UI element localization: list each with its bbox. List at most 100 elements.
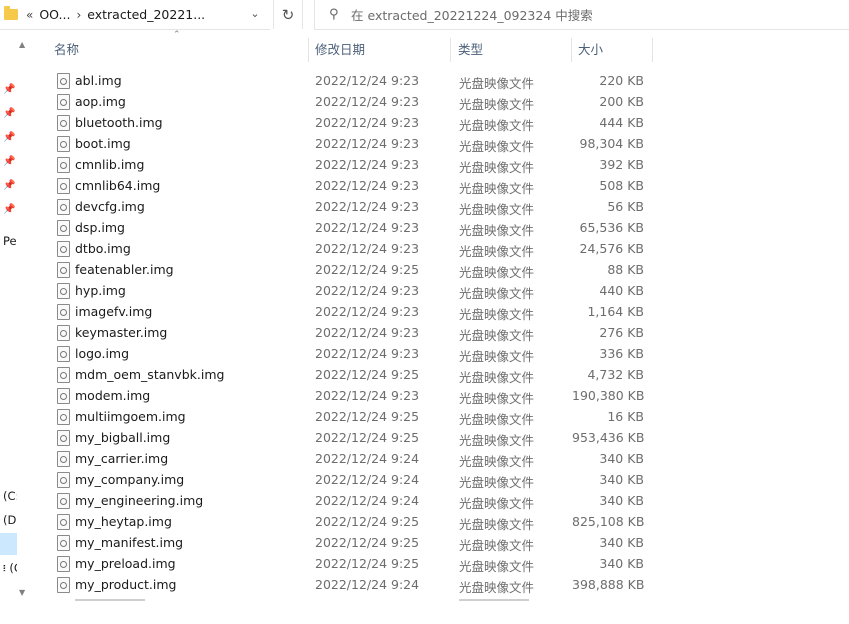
file-row[interactable]: logo.img 2022/12/24 9:23 光盘映像文件 336 KB bbox=[52, 343, 652, 364]
disc-image-file-icon bbox=[57, 367, 70, 383]
file-type: 光盘映像文件 bbox=[459, 118, 535, 133]
disc-image-file-icon bbox=[57, 325, 70, 341]
file-type: 光盘映像文件 bbox=[459, 496, 535, 511]
file-date: 2022/12/24 9:24 bbox=[315, 493, 420, 508]
file-row[interactable]: my_product.img 2022/12/24 9:24 光盘映像文件 398,8… bbox=[52, 574, 652, 595]
nav-item-drive-g[interactable]: ፧ (G bbox=[3, 561, 17, 576]
column-divider[interactable] bbox=[450, 38, 451, 62]
file-name: abl.img bbox=[75, 73, 122, 88]
nav-item-drive-c[interactable]: (C: bbox=[3, 489, 17, 503]
pin-icon[interactable]: 📌 bbox=[3, 84, 15, 95]
file-row[interactable]: imagefv.img 2022/12/24 9:23 光盘映像文件 1,164 KB bbox=[52, 301, 652, 322]
file-row[interactable]: my_carrier.img 2022/12/24 9:24 光盘映像文件 340 K… bbox=[52, 448, 652, 469]
file-date: 2022/12/24 9:25 bbox=[315, 430, 420, 445]
file-size: 508 KB bbox=[599, 178, 644, 193]
disc-image-file-icon bbox=[57, 556, 70, 572]
file-size: 340 KB bbox=[599, 556, 644, 571]
nav-scrollbar[interactable] bbox=[17, 30, 33, 624]
column-divider[interactable] bbox=[308, 38, 309, 62]
nav-item-pe[interactable]: Pe bbox=[3, 234, 17, 248]
disc-image-file-icon bbox=[57, 73, 70, 89]
file-row[interactable]: bluetooth.img 2022/12/24 9:23 光盘映像文件 444 KB bbox=[52, 112, 652, 133]
file-row[interactable]: my_heytap.img 2022/12/24 9:25 光盘映像文件 825,10… bbox=[52, 511, 652, 532]
file-type: 光盘映像文件 bbox=[459, 433, 535, 448]
file-row[interactable]: devcfg.img 2022/12/24 9:23 光盘映像文件 56 KB bbox=[52, 196, 652, 217]
pin-icon[interactable]: 📌 bbox=[3, 132, 15, 143]
file-name: logo.img bbox=[75, 346, 130, 361]
file-date: 2022/12/24 9:25 bbox=[315, 409, 420, 424]
breadcrumb-separator-icon[interactable]: › bbox=[76, 8, 81, 22]
address-bar[interactable]: « OO... › extracted_20221... bbox=[0, 0, 270, 30]
file-row[interactable]: my_preload.img 2022/12/24 9:25 光盘映像文件 340 K… bbox=[52, 553, 652, 574]
file-size: 340 KB bbox=[599, 451, 644, 466]
column-header: 名称 修改日期 类型 大小 bbox=[38, 36, 658, 64]
breadcrumb-item[interactable]: extracted_20221... bbox=[87, 7, 205, 22]
file-type: 光盘映像文件 bbox=[459, 538, 535, 553]
breadcrumb-item[interactable]: OO... bbox=[39, 7, 70, 22]
file-date: 2022/12/24 9:23 bbox=[315, 73, 420, 88]
file-date: 2022/12/24 9:23 bbox=[315, 94, 420, 109]
nav-item-drive-d[interactable]: (D: bbox=[3, 513, 17, 527]
disc-image-file-icon bbox=[57, 115, 70, 131]
file-type: 光盘映像文件 bbox=[459, 223, 535, 238]
column-header-size[interactable]: 大小 bbox=[578, 36, 603, 64]
file-size: 953,436 KB bbox=[572, 430, 645, 445]
nav-item-selected[interactable] bbox=[0, 533, 17, 555]
file-name: my_manifest.img bbox=[75, 535, 184, 550]
file-date: 2022/12/24 9:23 bbox=[315, 199, 420, 214]
overflow-crumbs-button[interactable]: « bbox=[26, 8, 33, 22]
pin-icon[interactable]: 📌 bbox=[3, 108, 15, 119]
file-row[interactable]: dsp.img 2022/12/24 9:23 光盘映像文件 65,536 KB bbox=[52, 217, 652, 238]
file-date: 2022/12/24 9:23 bbox=[315, 115, 420, 130]
pin-icon[interactable]: 📌 bbox=[3, 204, 15, 215]
file-row[interactable]: multiimgoem.img 2022/12/24 9:25 光盘映像文件 16 K… bbox=[52, 406, 652, 427]
file-type: 光盘映像文件 bbox=[459, 559, 535, 574]
file-row[interactable]: cmnlib64.img 2022/12/24 9:23 光盘映像文件 508 KB bbox=[52, 175, 652, 196]
file-type: 光盘映像文件 bbox=[459, 580, 535, 595]
column-header-name[interactable]: 名称 bbox=[54, 36, 79, 64]
file-type: 光盘映像文件 bbox=[459, 97, 535, 112]
file-size: 825,108 KB bbox=[572, 514, 645, 529]
file-row[interactable]: keymaster.img 2022/12/24 9:23 光盘映像文件 276 KB bbox=[52, 322, 652, 343]
disc-image-file-icon bbox=[57, 220, 70, 236]
file-type: 光盘映像文件 bbox=[459, 265, 535, 280]
file-row[interactable]: mdm_oem_stanvbk.img 2022/12/24 9:25 光盘映像文件… bbox=[52, 364, 652, 385]
pin-icon[interactable]: 📌 bbox=[3, 180, 15, 191]
file-row[interactable]: hyp.img 2022/12/24 9:23 光盘映像文件 440 KB bbox=[52, 280, 652, 301]
search-input[interactable]: ⚲ 在 extracted_20221224_092324 中搜索 bbox=[314, 0, 849, 30]
file-row[interactable]: dtbo.img 2022/12/24 9:23 光盘映像文件 24,576 KB bbox=[52, 238, 652, 259]
file-row[interactable]: boot.img 2022/12/24 9:23 光盘映像文件 98,304 KB bbox=[52, 133, 652, 154]
file-row[interactable]: featenabler.img 2022/12/24 9:25 光盘映像文件 88 K… bbox=[52, 259, 652, 280]
file-row[interactable]: cmnlib.img 2022/12/24 9:23 光盘映像文件 392 KB bbox=[52, 154, 652, 175]
column-divider[interactable] bbox=[652, 38, 653, 62]
file-row[interactable]: my_engineering.img 2022/12/24 9:24 光盘映像文件 3… bbox=[52, 490, 652, 511]
file-type: 光盘映像文件 bbox=[459, 454, 535, 469]
file-name: boot.img bbox=[75, 136, 131, 151]
file-size: 98,304 KB bbox=[579, 136, 644, 151]
file-size: 24,576 KB bbox=[579, 241, 644, 256]
column-header-date[interactable]: 修改日期 bbox=[315, 36, 365, 64]
file-type: 光盘映像文件 bbox=[459, 244, 535, 259]
column-header-type[interactable]: 类型 bbox=[458, 36, 483, 64]
file-row[interactable]: abl.img 2022/12/24 9:23 光盘映像文件 220 KB bbox=[52, 70, 652, 91]
file-row[interactable]: my_bigball.img 2022/12/24 9:25 光盘映像文件 953,4… bbox=[52, 427, 652, 448]
file-name: bluetooth.img bbox=[75, 115, 163, 130]
file-name: multiimgoem.img bbox=[75, 409, 186, 424]
file-row[interactable]: aop.img 2022/12/24 9:23 光盘映像文件 200 KB bbox=[52, 91, 652, 112]
disc-image-file-icon bbox=[57, 262, 70, 278]
file-row[interactable]: my_manifest.img 2022/12/24 9:25 光盘映像文件 340 … bbox=[52, 532, 652, 553]
scroll-up-icon[interactable]: ▲ bbox=[19, 40, 25, 49]
file-row[interactable]: modem.img 2022/12/24 9:23 光盘映像文件 190,380 KB bbox=[52, 385, 652, 406]
chevron-down-icon[interactable]: ⌄ bbox=[247, 6, 263, 22]
file-size: 88 KB bbox=[607, 262, 644, 277]
file-date: 2022/12/24 9:23 bbox=[315, 157, 420, 172]
refresh-button[interactable]: ↻ bbox=[273, 0, 303, 29]
scroll-down-icon[interactable]: ▼ bbox=[19, 588, 25, 597]
pin-icon[interactable]: 📌 bbox=[3, 156, 15, 167]
file-size: 392 KB bbox=[599, 157, 644, 172]
file-size: 340 KB bbox=[599, 493, 644, 508]
file-size: 220 KB bbox=[599, 73, 644, 88]
file-row[interactable]: my_company.img 2022/12/24 9:24 光盘映像文件 340 K… bbox=[52, 469, 652, 490]
file-type: 光盘映像文件 bbox=[459, 517, 535, 532]
column-divider[interactable] bbox=[571, 38, 572, 62]
